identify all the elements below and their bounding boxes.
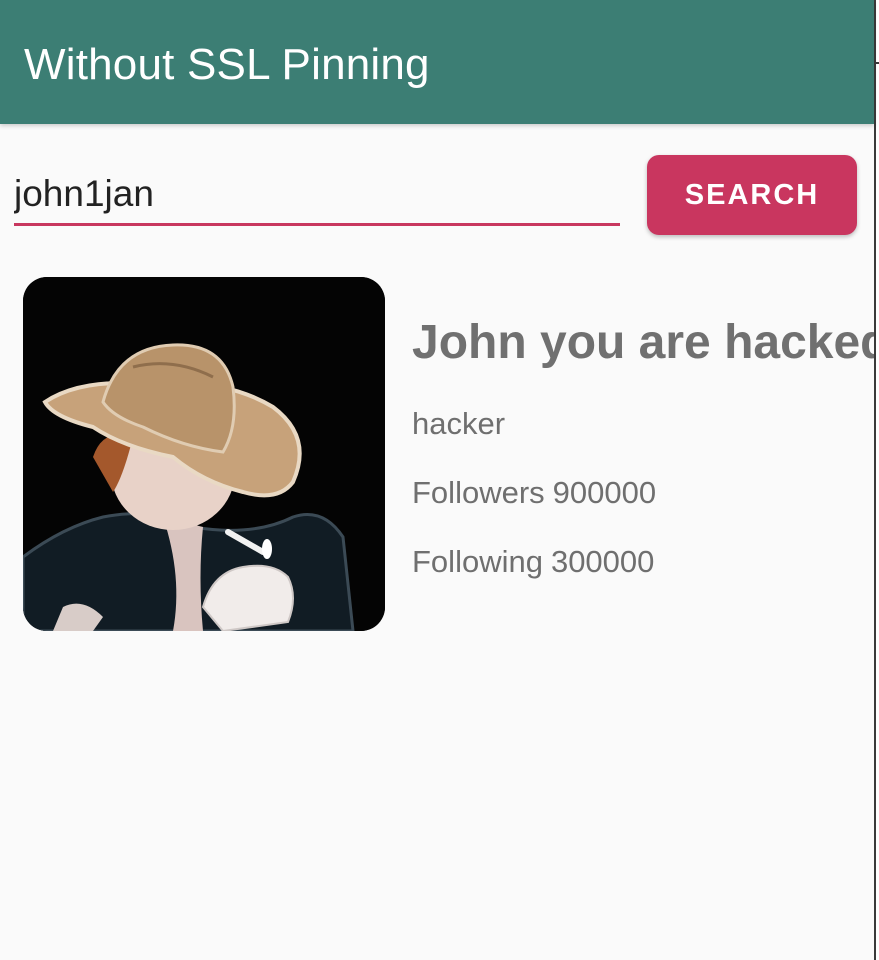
following-count: 300000 xyxy=(550,544,655,579)
window-edge xyxy=(874,0,879,960)
app-bar: Without SSL Pinning xyxy=(0,0,874,124)
app-title: Without SSL Pinning xyxy=(24,40,430,89)
profile-name: John you are hacked xyxy=(412,316,874,369)
following-stat: Following 300000 xyxy=(412,544,654,580)
search-button[interactable]: SEARCH xyxy=(647,155,857,235)
following-label: Following xyxy=(412,544,543,579)
followers-label: Followers xyxy=(412,475,545,510)
profile-avatar xyxy=(23,277,385,631)
search-input[interactable] xyxy=(14,164,620,226)
followers-count: 900000 xyxy=(552,475,657,510)
profile-bio: hacker xyxy=(412,406,506,441)
followers-stat: Followers 900000 xyxy=(412,475,656,511)
avatar-image xyxy=(23,277,385,631)
